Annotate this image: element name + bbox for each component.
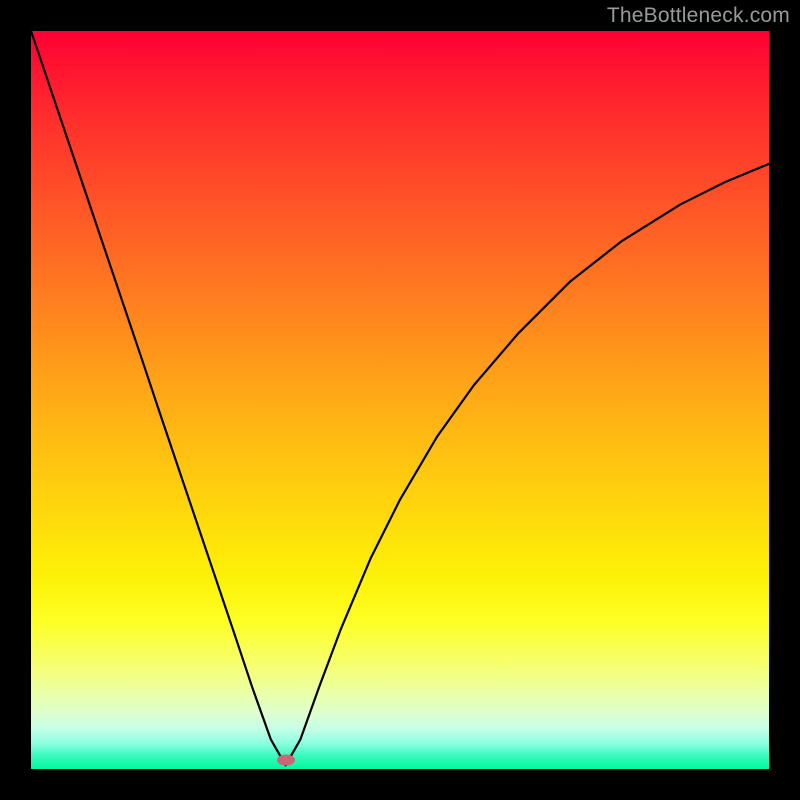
watermark-text: TheBottleneck.com xyxy=(607,4,790,28)
bottleneck-curve xyxy=(31,31,769,769)
plot-area xyxy=(31,31,769,769)
optimal-point-marker xyxy=(277,755,295,766)
chart-frame: TheBottleneck.com xyxy=(0,0,800,800)
